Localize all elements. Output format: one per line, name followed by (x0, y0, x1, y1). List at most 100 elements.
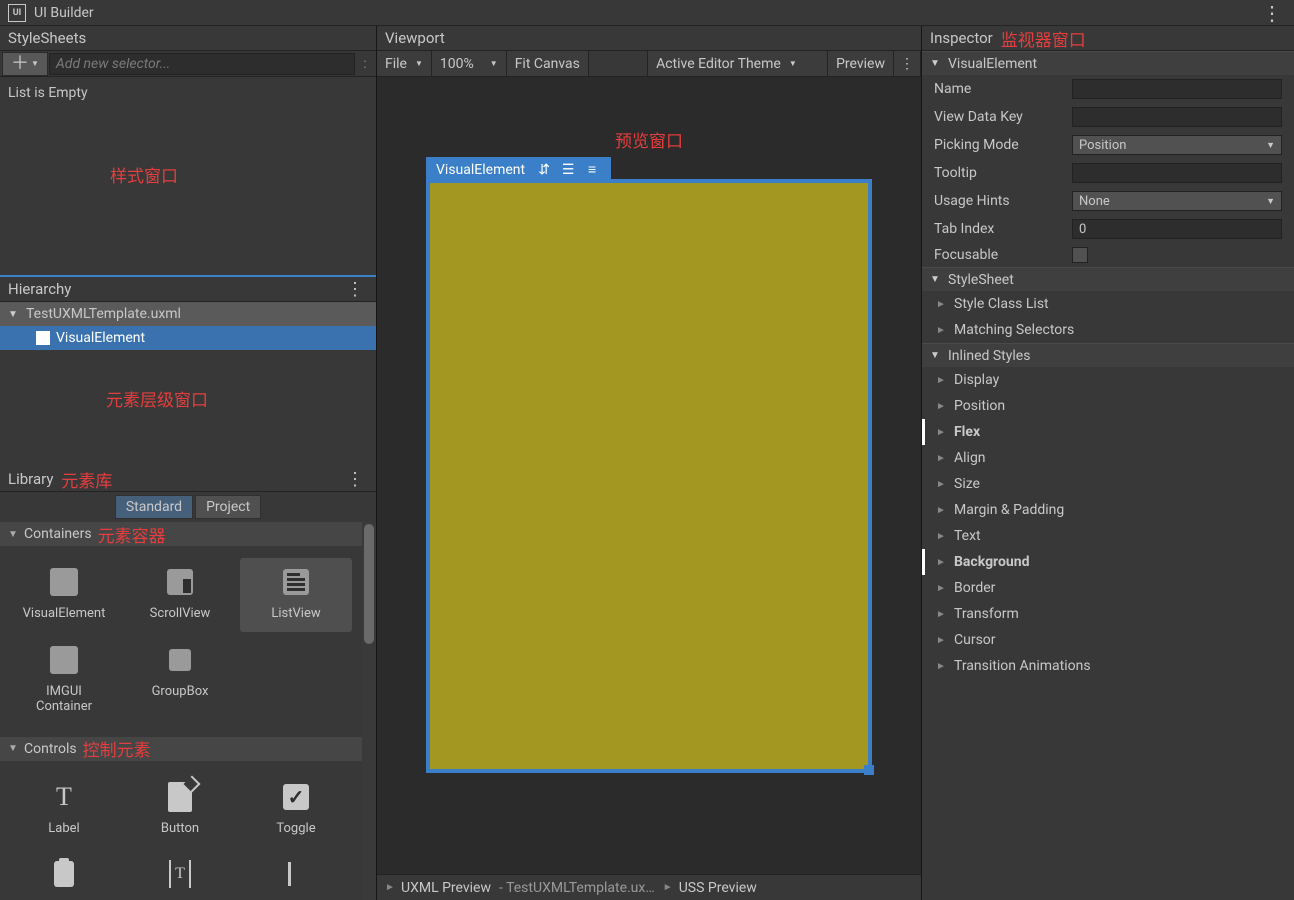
pseudo-colon-label[interactable]: : (356, 56, 374, 72)
hierarchy-file-row[interactable]: TestUXMLTemplate.uxml (0, 302, 376, 326)
uss-preview-label[interactable]: USS Preview (679, 880, 757, 896)
canvas[interactable]: VisualElement ⇵ ☰ ≡ (426, 179, 872, 773)
uxml-foldout-icon[interactable] (385, 882, 397, 893)
lib-item-button[interactable]: Button (124, 773, 236, 847)
theme-dropdown[interactable]: Active Editor Theme (648, 51, 828, 76)
foldout-icon (936, 635, 948, 646)
lib-item-toggle[interactable]: ✓ Toggle (240, 773, 352, 847)
lib-item-extra2[interactable]: T (124, 850, 236, 898)
hierarchy-menu-icon[interactable]: ⋮ (342, 279, 368, 300)
section-inlined-styles[interactable]: Inlined Styles (922, 343, 1294, 367)
foldout-icon (936, 325, 948, 336)
foldout-icon (936, 299, 948, 310)
name-input[interactable] (1072, 79, 1282, 99)
foldout-icon (936, 375, 948, 386)
tab-index-input[interactable] (1072, 219, 1282, 239)
add-stylesheet-button[interactable]: ＋▼ (2, 52, 48, 76)
viewport-menu-icon[interactable]: ⋮ (894, 51, 921, 76)
tab-project[interactable]: Project (195, 495, 261, 519)
section-text[interactable]: Text (922, 523, 1294, 549)
lib-item-listview[interactable]: ListView (240, 558, 352, 632)
section-border[interactable]: Border (922, 575, 1294, 601)
lib-item-extra3[interactable] (240, 850, 352, 898)
foldout-icon (936, 505, 948, 516)
containers-label: Containers (24, 526, 92, 542)
hierarchy-header: Hierarchy ⋮ (0, 277, 376, 302)
section-background[interactable]: Background (922, 549, 1294, 575)
section-size[interactable]: Size (922, 471, 1294, 497)
resize-handle[interactable] (864, 765, 874, 775)
app-icon: UI (8, 4, 26, 22)
field-tooltip: Tooltip (922, 159, 1294, 187)
foldout-icon (936, 453, 948, 464)
titlebar-menu-icon[interactable]: ⋮ (1258, 1, 1286, 25)
align-icon[interactable]: ☰ (559, 161, 577, 179)
lib-item-extra1[interactable] (8, 850, 120, 898)
field-tab-index: Tab Index (922, 215, 1294, 243)
textfield-icon: T (169, 860, 191, 888)
library-panel: Library 元素库 ⋮ Standard Project Container… (0, 467, 376, 900)
lib-item-scrollview[interactable]: ScrollView (124, 558, 236, 632)
foldout-icon (936, 583, 948, 594)
tab-standard[interactable]: Standard (115, 495, 193, 519)
foldout-icon (8, 529, 20, 540)
uxml-preview-label[interactable]: UXML Preview (401, 880, 491, 896)
lib-item-groupbox[interactable]: GroupBox (124, 636, 236, 725)
library-section-containers[interactable]: Containers 元素容器 (0, 522, 376, 546)
foldout-icon (936, 479, 948, 490)
section-transition[interactable]: Transition Animations (922, 653, 1294, 679)
section-transform[interactable]: Transform (922, 601, 1294, 627)
lib-item-visualelement[interactable]: VisualElement (8, 558, 120, 632)
flex-direction-icon[interactable]: ⇵ (535, 161, 553, 179)
viewport-header: Viewport (377, 26, 921, 51)
stylesheets-header: StyleSheets (0, 26, 376, 51)
annotation-controls: 控制元素 (83, 736, 151, 761)
scrollview-icon (167, 569, 193, 595)
inspector-element-type-header[interactable]: VisualElement (922, 51, 1294, 75)
library-scrollbar[interactable] (362, 522, 376, 900)
section-stylesheet[interactable]: StyleSheet (922, 267, 1294, 291)
annotation-inspector: 监视器窗口 (1001, 26, 1086, 51)
lib-item-label[interactable]: T Label (8, 773, 120, 847)
hierarchy-selected-row[interactable]: VisualElement (0, 326, 376, 350)
viewport-body: 预览窗口 VisualElement ⇵ ☰ ≡ (377, 77, 921, 874)
inspector-title: Inspector (930, 29, 993, 47)
section-display[interactable]: Display (922, 367, 1294, 393)
tooltip-input[interactable] (1072, 163, 1282, 183)
imgui-icon (50, 646, 78, 674)
add-selector-input[interactable]: Add new selector... (49, 53, 355, 75)
view-data-key-input[interactable] (1072, 107, 1282, 127)
section-cursor[interactable]: Cursor (922, 627, 1294, 653)
toggle-icon: ✓ (283, 784, 309, 810)
section-margin-padding[interactable]: Margin & Padding (922, 497, 1294, 523)
section-flex[interactable]: Flex (922, 419, 1294, 445)
usage-hints-dropdown[interactable]: None (1072, 191, 1282, 211)
focusable-checkbox[interactable] (1072, 247, 1088, 263)
section-align[interactable]: Align (922, 445, 1294, 471)
groupbox-icon (169, 649, 191, 671)
foldout-icon (936, 557, 948, 568)
hierarchy-panel: Hierarchy ⋮ TestUXMLTemplate.uxml Visual… (0, 277, 376, 467)
section-position[interactable]: Position (922, 393, 1294, 419)
fit-canvas-button[interactable]: Fit Canvas (507, 51, 589, 76)
hierarchy-body: TestUXMLTemplate.uxml VisualElement 元素层级… (0, 302, 376, 467)
section-style-class-list[interactable]: Style Class List (922, 291, 1294, 317)
justify-icon[interactable]: ≡ (583, 161, 601, 179)
field-focusable: Focusable (922, 243, 1294, 267)
library-section-controls[interactable]: Controls 控制元素 (0, 737, 376, 761)
lib-item-imgui[interactable]: IMGUI Container (8, 636, 120, 725)
inspector-body: VisualElement Name View Data Key Picking… (922, 51, 1294, 900)
section-matching-selectors[interactable]: Matching Selectors (922, 317, 1294, 343)
button-icon (168, 782, 192, 812)
file-menu-button[interactable]: File (377, 51, 432, 76)
clipboard-icon (54, 861, 74, 887)
foldout-icon[interactable] (8, 309, 20, 320)
zoom-level[interactable]: 100%▼ (432, 51, 507, 76)
picking-mode-dropdown[interactable]: Position (1072, 135, 1282, 155)
library-menu-icon[interactable]: ⋮ (342, 469, 368, 490)
stylesheets-body: List is Empty 样式窗口 (0, 77, 376, 277)
annotation-stylesheets: 样式窗口 (110, 162, 178, 187)
uss-foldout-icon[interactable] (663, 882, 675, 893)
preview-button[interactable]: Preview (828, 51, 894, 76)
foldout-icon (936, 661, 948, 672)
